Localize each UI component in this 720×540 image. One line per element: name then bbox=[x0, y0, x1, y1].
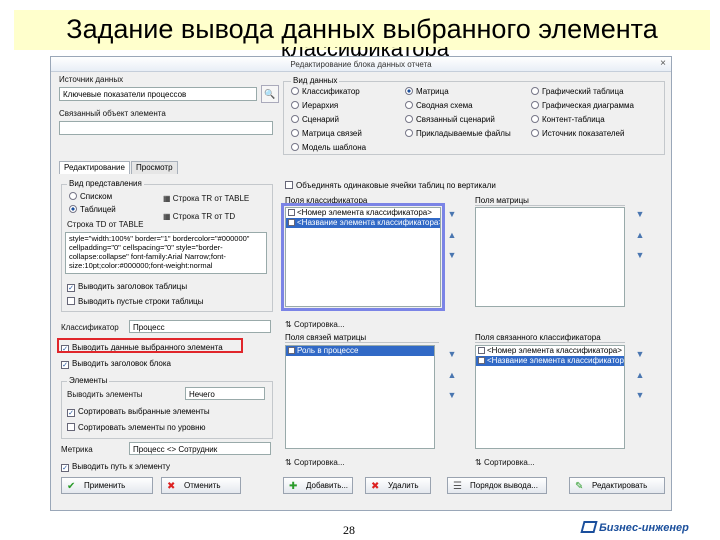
list-item[interactable]: Роль в процессе bbox=[286, 346, 434, 356]
tab-preview[interactable]: Просмотр bbox=[131, 161, 178, 174]
link-matrix-list[interactable]: Роль в процессе bbox=[285, 345, 435, 449]
page-number: 28 bbox=[343, 523, 355, 537]
link-classifier-head: Поля связанного классификатора bbox=[475, 333, 625, 343]
order-button[interactable]: ☰ Порядок вывода... bbox=[447, 477, 547, 494]
radio-view-option[interactable]: Графический таблица bbox=[531, 87, 624, 96]
output-group-caption: Вид представления bbox=[67, 179, 144, 188]
report-block-dialog: Редактирование блока данных отчета × Ист… bbox=[50, 56, 672, 511]
radio-view-option[interactable]: Источник показателей bbox=[531, 129, 624, 138]
list-item[interactable]: <Название элемента классификатора> bbox=[476, 356, 624, 366]
classifier-fields-list[interactable]: <Номер элемента классификатора> <Названи… bbox=[285, 207, 441, 307]
metric-select[interactable]: Процесс <> Сотрудник bbox=[129, 442, 271, 455]
matrix-fields-head: Поля матрицы bbox=[475, 196, 625, 206]
company-logo: Бизнес-инженер bbox=[580, 521, 689, 534]
browse-source-icon[interactable]: 🔍 bbox=[261, 85, 279, 103]
check-sort-level[interactable]: Сортировать элементы по уровню bbox=[67, 423, 206, 432]
filter-icon[interactable]: ▼ bbox=[635, 209, 645, 219]
source-label: Источник данных bbox=[59, 75, 124, 84]
radio-view-option[interactable]: Контент-таблица bbox=[531, 115, 605, 124]
radio-view-option[interactable]: Сводная схема bbox=[405, 101, 473, 110]
tab-editing[interactable]: Редактирование bbox=[59, 161, 130, 174]
logo-mark-icon bbox=[580, 521, 598, 533]
link-matrix-head: Поля связей матрицы bbox=[285, 333, 439, 343]
elements-group-caption: Элементы bbox=[67, 376, 110, 385]
arrow-down-icon[interactable]: ▼ bbox=[635, 390, 645, 400]
dialog-title: Редактирование блока данных отчета bbox=[51, 57, 671, 72]
list-item[interactable]: <Номер элемента классификатора> bbox=[476, 346, 624, 356]
radio-view-option[interactable]: Связанный сценарий bbox=[405, 115, 495, 124]
arrow-up-icon[interactable]: ▲ bbox=[635, 370, 645, 380]
sort-link-2[interactable]: ⇅ Сортировка... bbox=[285, 458, 345, 467]
check-block-title[interactable]: ✓ Выводить заголовок блока bbox=[61, 359, 171, 369]
plus-icon: ✚ bbox=[289, 481, 298, 492]
edit-button[interactable]: ✎ Редактировать bbox=[569, 477, 665, 494]
slide-title: Задание вывода данных выбранного элемент… bbox=[66, 14, 658, 44]
sort-link-1[interactable]: ⇅ Сортировка... bbox=[285, 320, 345, 329]
source-input[interactable]: Ключевые показатели процессов bbox=[59, 87, 257, 101]
filter-icon[interactable]: ▼ bbox=[635, 349, 645, 359]
radio-view-option[interactable]: Иерархия bbox=[291, 101, 338, 110]
sort-link-3[interactable]: ⇅ Сортировка... bbox=[475, 458, 535, 467]
radio-view-option[interactable]: Сценарий bbox=[291, 115, 339, 124]
table-tr-button[interactable]: ▦ Строка TR от TABLE bbox=[163, 194, 249, 203]
style-label: Строка TD от TABLE bbox=[67, 220, 144, 229]
order-icon: ☰ bbox=[453, 481, 462, 492]
check-icon: ✔ bbox=[67, 481, 76, 492]
check-table-header[interactable]: ✓ Выводить заголовок таблицы bbox=[67, 282, 187, 292]
classifier-label: Классификатор bbox=[61, 323, 119, 332]
check-empty-rows[interactable]: Выводить пустые строки таблицы bbox=[67, 297, 204, 306]
apply-button[interactable]: ✔ Применить bbox=[61, 477, 153, 494]
style-textarea[interactable]: style="width:100%" border="1" bordercolo… bbox=[65, 232, 267, 274]
check-merge-cells[interactable]: Объединять одинаковые ячейки таблиц по в… bbox=[285, 181, 496, 190]
delete-button[interactable]: ✖ Удалить bbox=[365, 477, 431, 494]
arrow-down-icon[interactable]: ▼ bbox=[447, 250, 457, 260]
extra-label: Связанный объект элемента bbox=[59, 109, 166, 118]
add-button[interactable]: ✚ Добавить... bbox=[283, 477, 353, 494]
output-elements-select[interactable]: Нечего bbox=[185, 387, 265, 400]
cross-icon: ✖ bbox=[371, 481, 380, 492]
arrow-up-icon[interactable]: ▲ bbox=[447, 230, 457, 240]
link-classifier-list[interactable]: <Номер элемента классификатора> <Названи… bbox=[475, 345, 625, 449]
arrow-down-icon[interactable]: ▼ bbox=[635, 250, 645, 260]
radio-table[interactable]: Таблицей bbox=[69, 205, 116, 214]
extra-input[interactable] bbox=[59, 121, 273, 135]
arrow-down-icon[interactable]: ▼ bbox=[447, 390, 457, 400]
metric-label: Метрика bbox=[61, 445, 93, 454]
classifier-select[interactable]: Процесс bbox=[129, 320, 271, 333]
filter-icon[interactable]: ▼ bbox=[447, 349, 457, 359]
arrow-up-icon[interactable]: ▲ bbox=[447, 370, 457, 380]
radio-view-option[interactable]: Матрица связей bbox=[291, 129, 362, 138]
radio-list[interactable]: Списком bbox=[69, 192, 112, 201]
list-item[interactable]: <Название элемента классификатора> bbox=[286, 218, 440, 228]
list-item[interactable]: <Номер элемента классификатора> bbox=[286, 208, 440, 218]
edit-icon: ✎ bbox=[575, 481, 584, 492]
check-element-path[interactable]: ✓ Выводить путь к элементу bbox=[61, 462, 170, 472]
table-td-button[interactable]: ▦ Строка TR от TD bbox=[163, 212, 235, 221]
arrow-up-icon[interactable]: ▲ bbox=[635, 230, 645, 240]
matrix-fields-list[interactable] bbox=[475, 207, 625, 307]
radio-view-option[interactable]: Классификатор bbox=[291, 87, 360, 96]
check-sort-selected[interactable]: ✓ Сортировать выбранные элементы bbox=[67, 407, 210, 417]
close-icon[interactable]: × bbox=[660, 58, 666, 69]
filter-icon[interactable]: ▼ bbox=[447, 209, 457, 219]
cancel-button[interactable]: ✖ Отменить bbox=[161, 477, 241, 494]
radio-view-option[interactable]: Матрица bbox=[405, 87, 449, 96]
output-elements-label: Выводить элементы bbox=[67, 390, 143, 399]
view-type-caption: Вид данных bbox=[291, 76, 340, 85]
radio-view-option[interactable]: Модель шаблона bbox=[291, 143, 366, 152]
slide-title-bar: Задание вывода данных выбранного элемент… bbox=[14, 10, 710, 50]
radio-view-option[interactable]: Графическая диаграмма bbox=[531, 101, 634, 110]
highlight-frame bbox=[57, 338, 243, 353]
cross-icon: ✖ bbox=[167, 481, 176, 492]
radio-view-option[interactable]: Прикладываемые файлы bbox=[405, 129, 511, 138]
